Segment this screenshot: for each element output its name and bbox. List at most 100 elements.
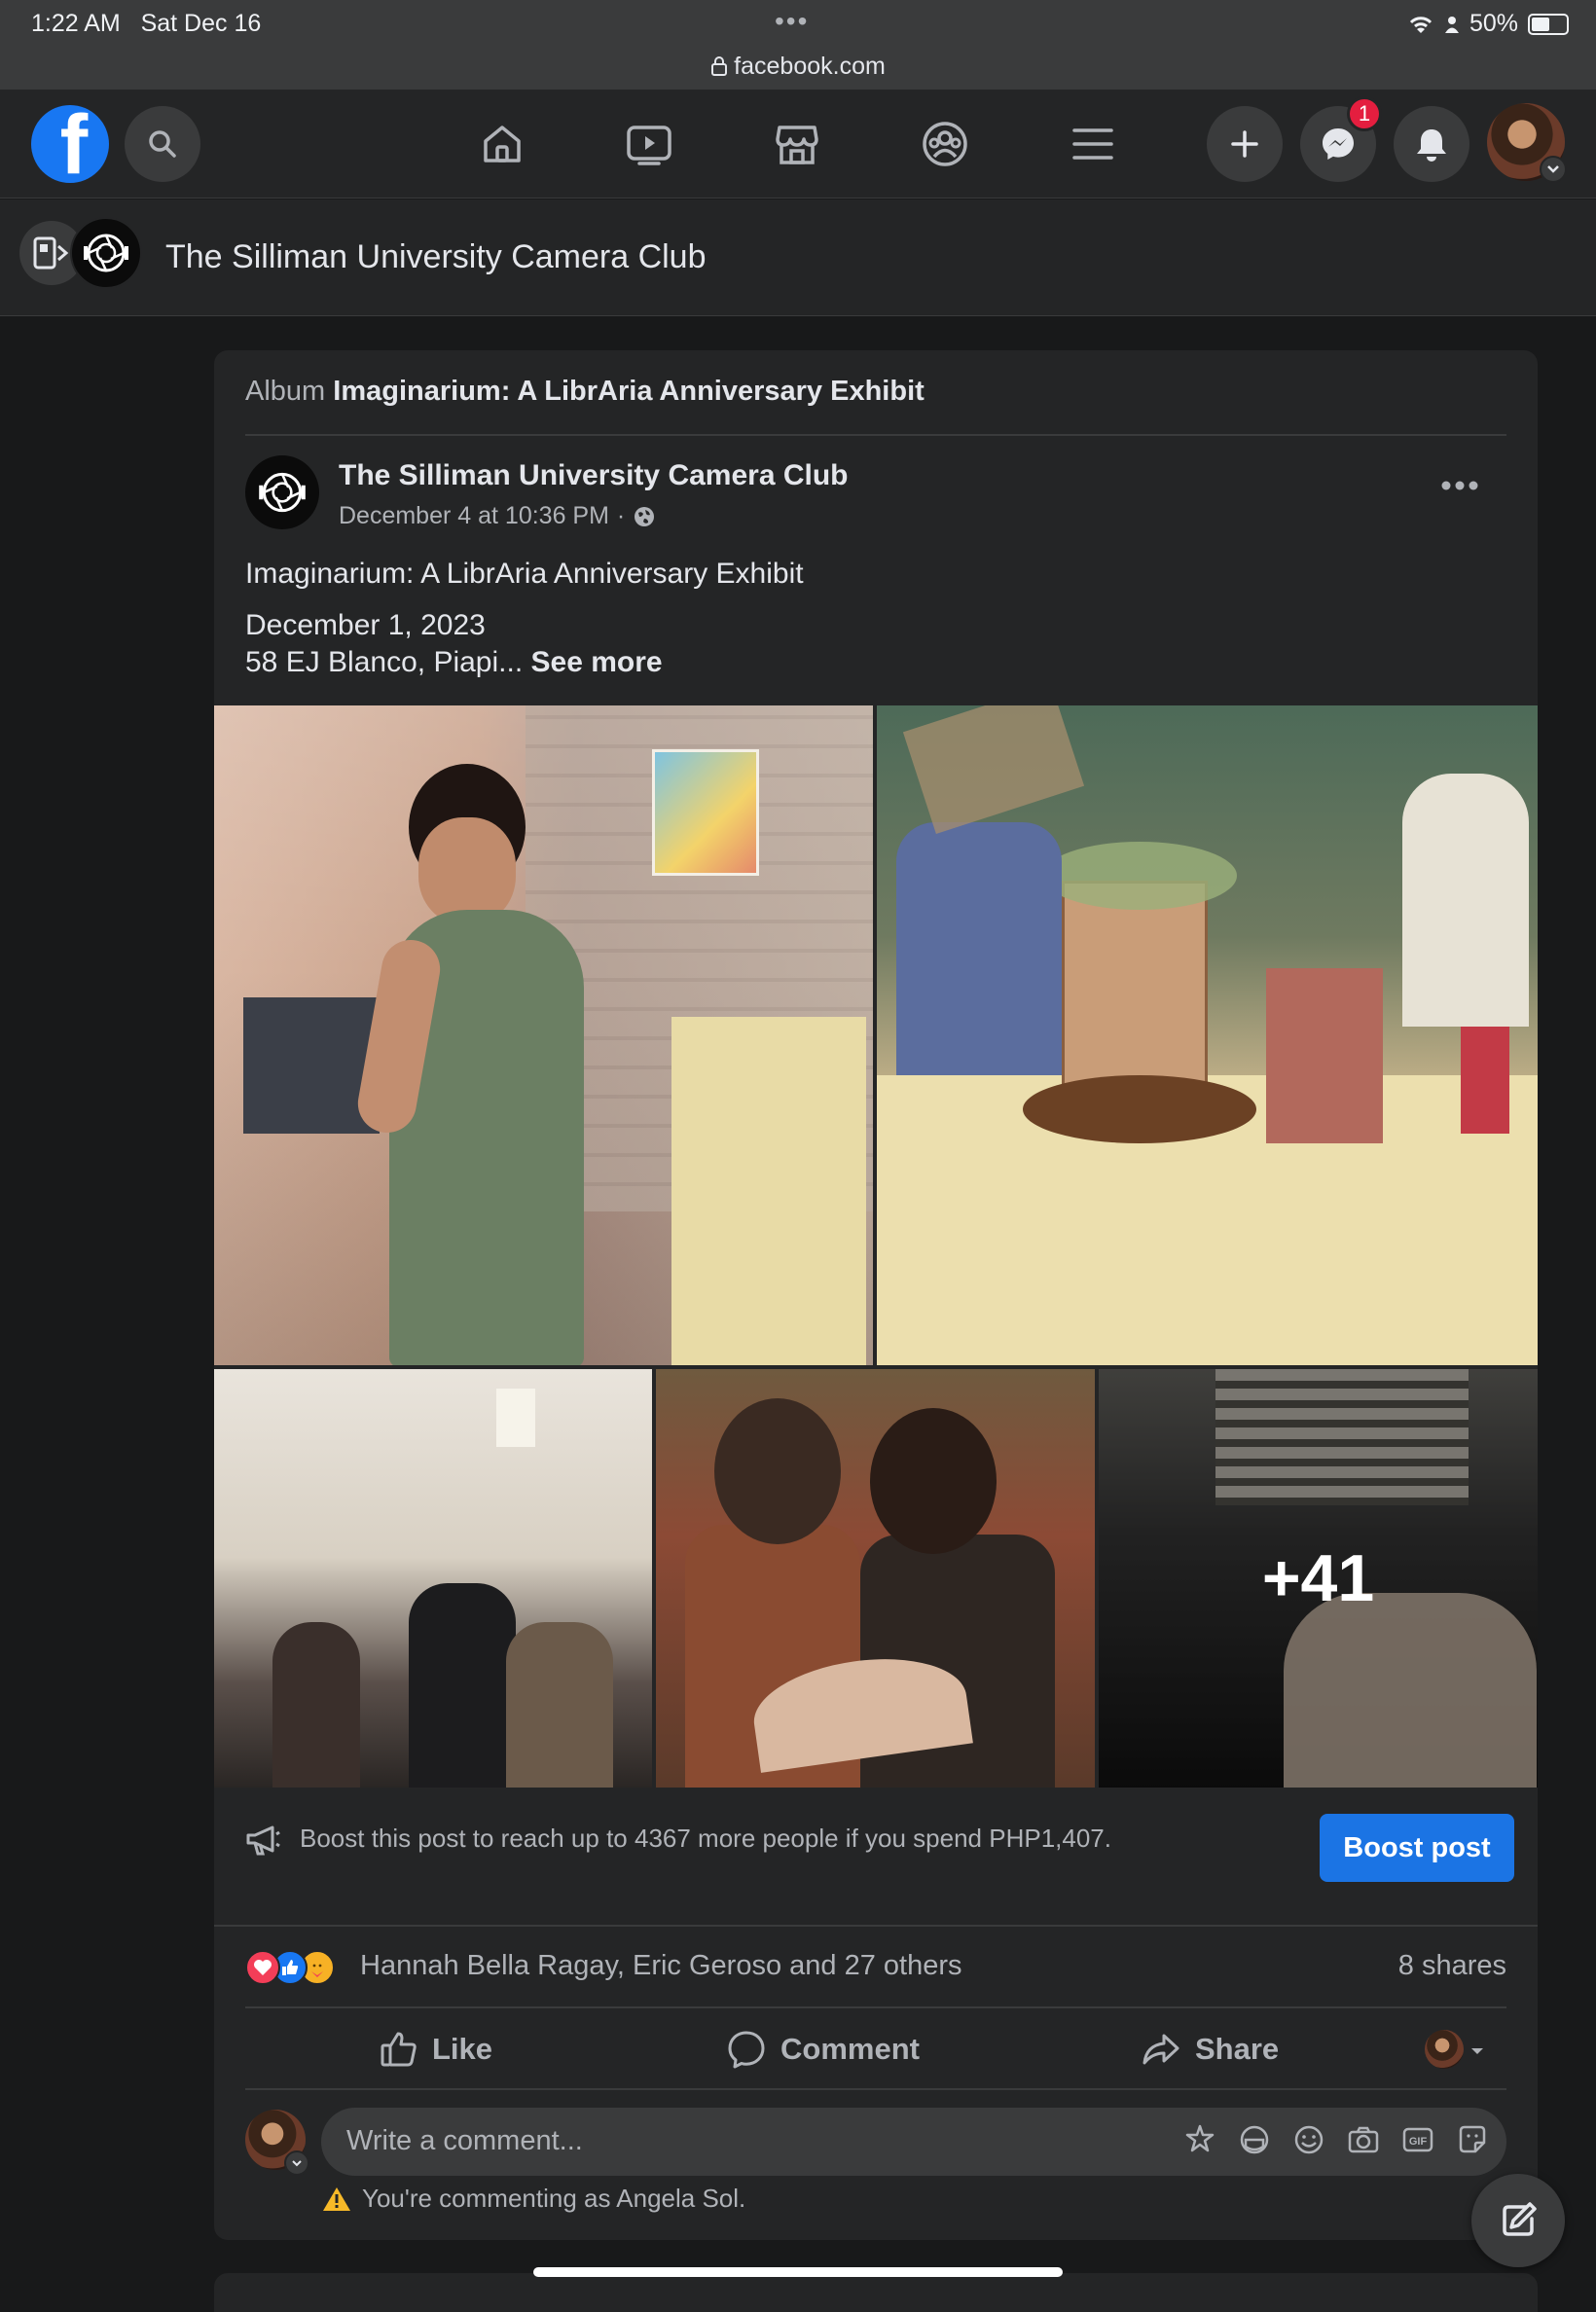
marketplace-icon (776, 126, 818, 164)
next-post-card (214, 2273, 1538, 2312)
messenger-button[interactable]: 1 (1300, 96, 1382, 182)
home-indicator[interactable] (533, 2267, 1063, 2277)
watch-icon (627, 126, 671, 165)
boost-text: Boost this post to reach up to 4367 more… (300, 1824, 1111, 1853)
boost-post-button[interactable]: Boost post (1320, 1814, 1514, 1882)
status-right: 50% (1407, 10, 1569, 38)
share-button[interactable]: Share (1141, 2020, 1279, 2078)
post-body-line: 58 EJ Blanco, Piapi... See more (245, 646, 663, 679)
album-photo[interactable] (877, 705, 1538, 1365)
multitask-dots-icon[interactable]: ••• (775, 6, 809, 37)
post-body-truncated: 58 EJ Blanco, Piapi... (245, 646, 524, 678)
post-meta: December 4 at 10:36 PM · (339, 502, 656, 530)
comment-input[interactable]: Write a comment... GIF (321, 2108, 1506, 2176)
home-tab[interactable] (473, 115, 531, 173)
status-bar: 1:22 AM Sat Dec 16 ••• 50% facebook.com (0, 0, 1596, 90)
marketplace-tab[interactable] (768, 115, 826, 173)
album-photo[interactable]: +41 (1099, 1369, 1538, 1788)
messenger-badge: 1 (1347, 96, 1382, 131)
more-horizontal-icon (1441, 481, 1478, 490)
more-options-button[interactable] (1440, 479, 1479, 496)
more-photos-overlay[interactable]: +41 (1099, 1369, 1538, 1788)
album-photo[interactable] (214, 1369, 652, 1788)
search-icon (149, 130, 176, 158)
camera-club-logo-icon (259, 472, 306, 513)
plus-icon (1231, 130, 1258, 158)
sticker-icon[interactable] (1456, 2123, 1489, 2156)
post-body-line: Imaginarium: A LibrAria Anniversary Exhi… (245, 558, 804, 590)
compose-icon (1503, 2202, 1537, 2236)
search-button[interactable] (125, 106, 200, 182)
album-title[interactable]: Imaginarium: A LibrAria Anniversary Exhi… (333, 376, 925, 407)
comment-tools: GIF (1183, 2123, 1489, 2156)
lock-icon (711, 56, 728, 76)
url-bar[interactable]: facebook.com (0, 53, 1596, 81)
chevron-down-icon (292, 2160, 302, 2167)
camera-icon[interactable] (1347, 2123, 1380, 2156)
page-avatar[interactable] (70, 217, 142, 289)
see-more-link[interactable]: See more (531, 646, 663, 678)
camera-club-logo-icon (84, 234, 128, 272)
battery-icon (1528, 13, 1569, 35)
facebook-logo-icon[interactable]: f (31, 105, 109, 183)
home-icon (484, 126, 521, 163)
page-header: The Silliman University Camera Club (0, 199, 1596, 316)
share-label: Share (1195, 2032, 1280, 2066)
comment-placeholder: Write a comment... (346, 2125, 583, 2156)
top-nav: f 1 (0, 90, 1596, 199)
groups-icon (923, 122, 967, 166)
account-menu-button[interactable] (1540, 156, 1567, 183)
emoji-icon[interactable] (1292, 2123, 1325, 2156)
menu-tab[interactable] (1064, 115, 1122, 173)
menu-icon (1072, 128, 1113, 160)
album-prefix: Album (245, 376, 326, 407)
commenting-as-notice: You're commenting as Angela Sol. (321, 2184, 745, 2214)
divider (245, 2006, 1506, 2008)
svg-text:GIF: GIF (1409, 2136, 1428, 2148)
love-reaction-icon (245, 1950, 280, 1985)
divider (214, 1925, 1538, 1927)
globe-icon (635, 506, 655, 526)
url-text: facebook.com (734, 53, 886, 80)
like-button[interactable]: Like (380, 2020, 492, 2078)
create-button[interactable] (1207, 106, 1283, 182)
person-icon (1444, 16, 1459, 33)
avatar-icon[interactable] (1238, 2123, 1271, 2156)
divider (245, 2088, 1506, 2090)
battery-percent: 50% (1469, 10, 1518, 37)
messenger-icon (1323, 128, 1354, 160)
megaphone-icon (245, 1824, 282, 1861)
like-label: Like (432, 2032, 493, 2066)
post-author-avatar[interactable] (245, 455, 319, 529)
status-time: 1:22 AM Sat Dec 16 (31, 10, 262, 37)
caret-down-icon[interactable] (1469, 2043, 1485, 2061)
bell-icon (1417, 129, 1446, 162)
comment-button[interactable]: Comment (726, 2020, 920, 2078)
warning-icon (323, 2186, 350, 2211)
avatar-sticker-icon[interactable] (1183, 2123, 1216, 2156)
gif-icon[interactable]: GIF (1401, 2123, 1434, 2156)
thumbs-up-icon (381, 2032, 417, 2067)
page-title[interactable]: The Silliman University Camera Club (165, 238, 707, 276)
reaction-profile-avatar[interactable] (1425, 2030, 1464, 2069)
comment-icon (728, 2031, 765, 2069)
reactions-names[interactable]: Hannah Bella Ragay, Eric Geroso and 27 o… (360, 1950, 962, 1982)
album-line: Album Imaginarium: A LibrAria Anniversar… (245, 376, 925, 408)
groups-tab[interactable] (916, 115, 974, 173)
wifi-icon (1409, 16, 1433, 33)
commenter-switch-button[interactable] (284, 2150, 309, 2176)
new-post-button[interactable] (1471, 2174, 1565, 2267)
shares-count[interactable]: 8 shares (1398, 1950, 1506, 1982)
meta-separator: · (616, 502, 626, 529)
watch-tab[interactable] (620, 115, 678, 173)
album-photo[interactable] (656, 1369, 1095, 1788)
post-timestamp[interactable]: December 4 at 10:36 PM (339, 502, 609, 530)
post-author[interactable]: The Silliman University Camera Club (339, 459, 849, 492)
commenting-as-text: You're commenting as Angela Sol. (362, 2184, 746, 2213)
divider (245, 434, 1506, 436)
notifications-button[interactable] (1394, 106, 1469, 182)
more-photos-count: +41 (1261, 1541, 1375, 1615)
album-photo[interactable] (214, 705, 873, 1365)
post-card: Album Imaginarium: A LibrAria Anniversar… (214, 350, 1538, 2240)
share-icon (1143, 2034, 1179, 2065)
